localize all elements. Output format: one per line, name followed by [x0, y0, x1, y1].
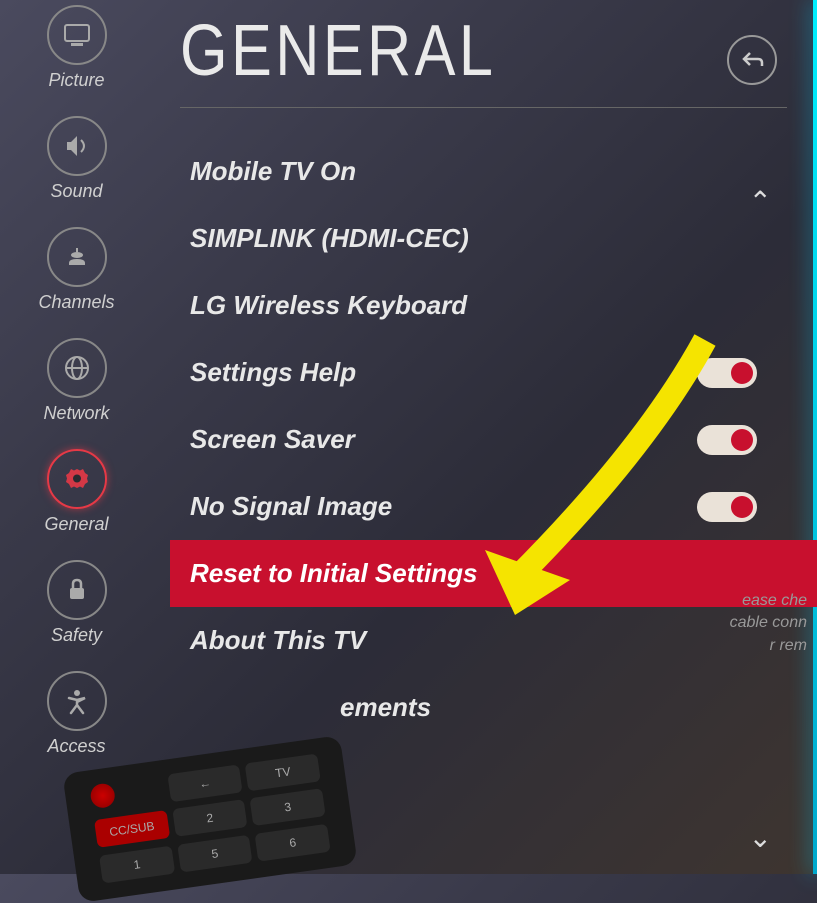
sidebar-label: Safety [51, 625, 102, 646]
tv-settings-screen: Picture Sound Channels [0, 0, 817, 874]
sidebar-item-network[interactable]: Network [18, 338, 135, 424]
sidebar-item-channels[interactable]: Channels [18, 227, 135, 313]
menu-item-reset-initial[interactable]: Reset to Initial Settings [170, 540, 817, 607]
menu-item-screen-saver[interactable]: Screen Saver [180, 406, 787, 473]
menu-item-label: About This TV [190, 625, 366, 656]
menu-item-label: Reset to Initial Settings [190, 558, 478, 589]
scroll-up-icon[interactable]: ⌃ [749, 185, 772, 218]
menu-item-wireless-keyboard[interactable]: LG Wireless Keyboard [180, 272, 787, 339]
settings-help-toggle[interactable] [697, 358, 757, 388]
general-icon [47, 449, 107, 509]
remote-button: TV [245, 753, 321, 791]
remote-button: ← [167, 764, 243, 802]
menu-item-label: ements [340, 692, 431, 723]
menu-item-label: SIMPLINK (HDMI-CEC) [190, 223, 469, 254]
menu-item-settings-help[interactable]: Settings Help [180, 339, 787, 406]
back-button[interactable] [727, 35, 777, 85]
remote-power-button [89, 782, 116, 809]
menu-item-partial[interactable]: ements [180, 674, 787, 741]
menu-item-label: No Signal Image [190, 491, 392, 522]
channels-icon [47, 227, 107, 287]
no-signal-toggle[interactable] [697, 492, 757, 522]
sidebar-item-picture[interactable]: Picture [18, 5, 135, 91]
main-content: GENERAL ⌃ Mobile TV On SIMPLINK (HDMI-CE… [135, 0, 817, 874]
remote-button-ccsub: CC/SUB [94, 810, 170, 848]
header: GENERAL [180, 10, 787, 92]
sidebar-label: General [44, 514, 108, 535]
safety-icon [47, 560, 107, 620]
background-hint-text: ease che cable conn r rem [730, 590, 807, 657]
menu-item-label: Mobile TV On [190, 156, 356, 187]
menu-item-no-signal-image[interactable]: No Signal Image [180, 473, 787, 540]
menu-item-simplink[interactable]: SIMPLINK (HDMI-CEC) [180, 205, 787, 272]
remote-button: 1 [99, 845, 175, 883]
sidebar-item-sound[interactable]: Sound [18, 116, 135, 202]
menu-item-mobile-tv[interactable]: Mobile TV On [180, 138, 787, 205]
sidebar-label: Picture [48, 70, 104, 91]
page-title: GENERAL [180, 10, 496, 92]
remote-button: 5 [177, 834, 253, 872]
sidebar-item-accessibility[interactable]: Access [18, 671, 135, 757]
settings-sidebar: Picture Sound Channels [0, 0, 135, 874]
network-icon [47, 338, 107, 398]
screen-saver-toggle[interactable] [697, 425, 757, 455]
menu-item-label: LG Wireless Keyboard [190, 290, 467, 321]
sidebar-label: Network [43, 403, 109, 424]
remote-button: 2 [172, 799, 248, 837]
sidebar-label: Channels [38, 292, 114, 313]
settings-menu-list: Mobile TV On SIMPLINK (HDMI-CEC) LG Wire… [180, 138, 787, 741]
menu-item-about-tv[interactable]: About This TV [180, 607, 787, 674]
back-icon [738, 46, 766, 74]
sidebar-label: Access [47, 736, 105, 757]
sidebar-label: Sound [50, 181, 102, 202]
accessibility-icon [47, 671, 107, 731]
picture-icon [47, 5, 107, 65]
sound-icon [47, 116, 107, 176]
sidebar-item-safety[interactable]: Safety [18, 560, 135, 646]
menu-item-label: Settings Help [190, 357, 356, 388]
header-divider [180, 107, 787, 108]
remote-button: 6 [255, 823, 331, 861]
sidebar-item-general[interactable]: General [18, 449, 135, 535]
scroll-down-icon[interactable]: ⌄ [749, 821, 772, 854]
remote-button: 3 [250, 788, 326, 826]
menu-item-label: Screen Saver [190, 424, 355, 455]
